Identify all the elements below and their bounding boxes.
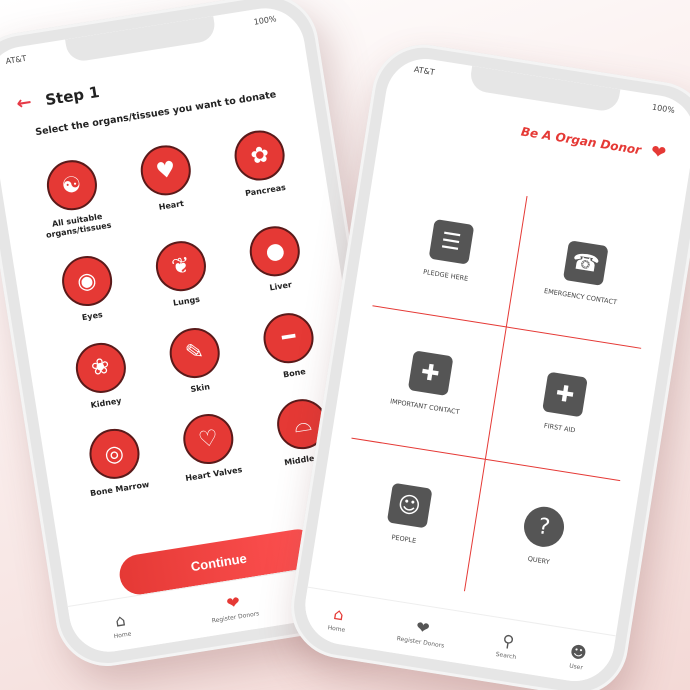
body-icon: ☯: [42, 156, 101, 214]
menu-label: PEOPLE: [390, 533, 417, 546]
clipboard-icon: ☰: [428, 219, 474, 265]
hands-icon: ❤: [414, 616, 432, 638]
menu-pledge-here[interactable]: ☰ PLEDGE HERE: [372, 174, 528, 328]
tab-home[interactable]: ⌂ Home: [110, 609, 132, 640]
menu-query[interactable]: ? QUERY: [465, 460, 620, 613]
heart-icon: ♥: [137, 141, 195, 199]
tab-label: Register Donors: [396, 634, 445, 650]
menu-label: IMPORTANT CONTACT: [389, 397, 461, 417]
menu-grid: ☰ PLEDGE HERE ☎ EMERGENCY CONTACT ✚ IMPO…: [330, 174, 662, 613]
organ-label: Bone Marrow: [89, 480, 150, 499]
document-plus-icon: ✚: [407, 350, 453, 397]
heart-valve-icon: ♡: [179, 410, 237, 468]
organ-label: Pancreas: [244, 182, 287, 199]
status-bar: AT&T 100%: [413, 65, 675, 115]
right-phone-frame: AT&T 100% Be A Organ Donor ❤ ☰ PLEDGE HE…: [283, 37, 690, 690]
question-icon: ?: [521, 504, 567, 551]
organ-label: Heart Valves: [184, 465, 243, 484]
search-icon: ⚲: [501, 630, 516, 651]
menu-first-aid[interactable]: ✚ FIRST AID: [485, 327, 642, 481]
menu-label: FIRST AID: [543, 422, 576, 435]
organ-option-lungs[interactable]: ❦ Lungs: [130, 234, 234, 314]
organ-label: Liver: [268, 280, 293, 293]
menu-people[interactable]: ☺ PEOPLE: [330, 438, 486, 592]
eye-icon: ◉: [58, 252, 116, 310]
people-icon: ☺: [386, 482, 433, 529]
menu-important-contact[interactable]: ✚ IMPORTANT CONTACT: [351, 306, 507, 460]
tab-label: Home: [113, 629, 132, 640]
bone-icon: ━: [260, 309, 318, 367]
organ-label: Heart: [158, 198, 185, 212]
hands-icon: ❤: [225, 591, 242, 613]
battery-label: 100%: [651, 102, 676, 116]
organ-option-eyes[interactable]: ◉ Eyes: [36, 249, 140, 329]
lungs-icon: ❦: [152, 237, 210, 295]
menu-label: QUERY: [527, 555, 551, 567]
carrier-label: AT&T: [5, 53, 28, 66]
organ-option-liver[interactable]: ● Liver: [224, 219, 328, 299]
menu-label: PLEDGE HERE: [422, 267, 469, 283]
tab-label: Search: [495, 650, 517, 661]
organ-option-bone-marrow[interactable]: ◎ Bone Marrow: [63, 422, 167, 502]
hand-heart-icon: ❤: [649, 141, 668, 165]
phone-icon: ☎: [562, 240, 609, 287]
tab-home[interactable]: ⌂ Home: [327, 603, 349, 634]
back-arrow-icon[interactable]: ←: [15, 92, 33, 115]
battery-label: 100%: [253, 14, 278, 27]
home-menu-screen: AT&T 100% Be A Organ Donor ❤ ☰ PLEDGE HE…: [299, 53, 690, 687]
tab-label: Register Donors: [211, 609, 260, 625]
organ-label: Bone: [282, 366, 307, 380]
organ-option-heart[interactable]: ♥ Heart: [115, 138, 221, 227]
page-title: Step 1: [43, 82, 101, 109]
organ-option-kidney[interactable]: ❀ Kidney: [50, 336, 154, 416]
organ-option-all[interactable]: ☯ All suitable organs/tissues: [21, 153, 127, 242]
app-title: Be A Organ Donor: [520, 123, 643, 157]
tab-user[interactable]: ☻ User: [567, 641, 588, 671]
tab-register-donors[interactable]: ❤ Register Donors: [208, 589, 260, 625]
organ-label: Kidney: [90, 395, 123, 410]
tab-label: User: [568, 662, 584, 672]
skin-icon: ✎: [166, 324, 224, 382]
home-icon: ⌂: [113, 609, 127, 631]
organ-option-pancreas[interactable]: ✿ Pancreas: [209, 123, 315, 212]
organ-label: Lungs: [172, 294, 201, 308]
tab-label: Home: [327, 623, 346, 634]
organ-grid: ☯ All suitable organs/tissues ♥ Heart ✿ …: [21, 123, 356, 502]
user-icon: ☻: [568, 641, 589, 663]
organ-label: All suitable organs/tissues: [45, 211, 112, 240]
tab-search[interactable]: ⚲ Search: [495, 630, 520, 661]
organ-label: Eyes: [81, 310, 104, 323]
organ-option-heart-valves[interactable]: ♡ Heart Valves: [157, 407, 261, 487]
first-aid-icon: ✚: [542, 372, 588, 418]
tab-register-donors[interactable]: ❤ Register Donors: [396, 614, 448, 649]
bone-marrow-icon: ◎: [85, 425, 143, 483]
app-header: Be A Organ Donor ❤: [520, 121, 668, 165]
liver-icon: ●: [246, 222, 304, 281]
organ-option-skin[interactable]: ✎ Skin: [144, 321, 248, 401]
menu-emergency-contact[interactable]: ☎ EMERGENCY CONTACT: [506, 196, 662, 350]
kidney-icon: ❀: [71, 339, 130, 397]
screen-header: ← Step 1: [15, 51, 289, 115]
pancreas-icon: ✿: [231, 126, 289, 185]
carrier-label: AT&T: [413, 64, 436, 78]
menu-label: EMERGENCY CONTACT: [543, 287, 618, 307]
organ-label: Skin: [189, 381, 211, 394]
home-icon: ⌂: [332, 603, 346, 624]
